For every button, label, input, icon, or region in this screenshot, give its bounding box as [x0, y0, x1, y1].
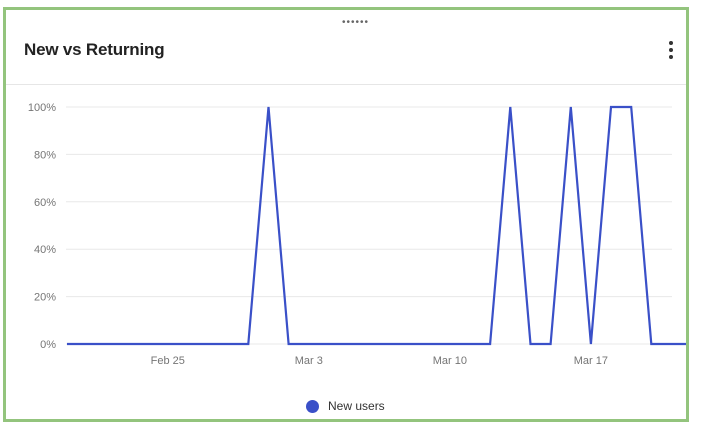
y-tick-label: 80%: [34, 149, 56, 161]
y-tick-label: 100%: [28, 102, 56, 114]
y-tick-label: 60%: [34, 197, 56, 209]
x-tick-label: Mar 17: [574, 355, 608, 367]
y-tick-label: 40%: [34, 244, 56, 256]
y-tick-label: 0%: [40, 339, 56, 351]
legend-label-new-users: New users: [328, 399, 385, 413]
y-tick-label: 20%: [34, 292, 56, 304]
legend[interactable]: New users: [306, 399, 385, 413]
series-line-new-users[interactable]: [67, 105, 686, 346]
x-tick-label: Feb 25: [151, 355, 185, 367]
line-chart: 0% 20% 40% 60% 80% 100% Feb 25 Mar 3 Mar 10 Mar 1…: [28, 102, 686, 367]
x-tick-label: Mar 3: [295, 355, 323, 367]
legend-swatch-new-users: [306, 399, 319, 413]
chart-card: •••••• New vs Returning 0% 20% 40% 60% 80% 10…: [3, 7, 689, 422]
x-tick-label: Mar 10: [433, 355, 467, 367]
